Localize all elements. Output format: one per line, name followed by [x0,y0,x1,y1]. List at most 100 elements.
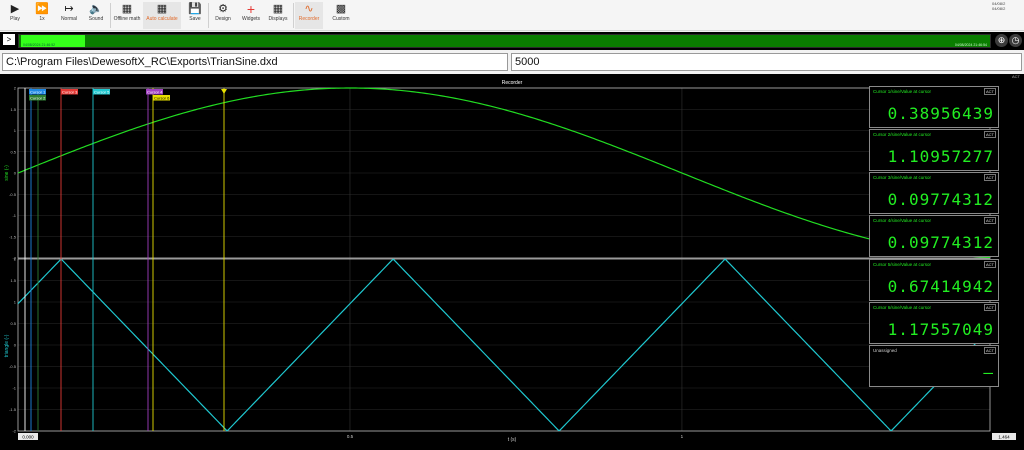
cursor-panel-badge: ACT [984,174,996,181]
timeline-track[interactable]: 04/08/2024 21:46:52 04/08/2024 21:46:54 [18,34,991,48]
x-start-label: 0.000 [22,435,34,440]
recorder-button[interactable]: ∿ Recorder [295,2,323,29]
y-tick-label: 1.5 [10,107,16,112]
timeline-bar: > 04/08/2024 21:46:52 04/08/2024 21:46:5… [0,32,1024,50]
cursor-panel-value: 0.09774312 [887,190,994,209]
calculator-icon: ▦ [121,3,133,15]
cursor-panel-value: 1.10957277 [887,147,994,166]
y-tick-label: -1.5 [9,234,17,239]
auto-calculate-button[interactable]: ▦ Auto calculate [143,2,181,29]
calculator-auto-icon: ▦ [156,3,168,15]
cursor-panel-value: 0.38956439 [887,104,994,123]
y-tick-label: -2 [12,429,16,434]
cursor-panel-badge: ACT [984,347,996,354]
y-tick-label: 1.5 [10,278,16,283]
displays-button[interactable]: ▦ Displays [265,2,291,29]
y-tick-label: 1 [14,128,17,133]
y-tick-label: -0.5 [9,364,17,369]
speed-button[interactable]: ⏩ 1x [30,2,54,29]
fast-forward-icon: ⏩ [35,3,49,15]
y-tick-label: -0.5 [9,192,17,197]
cursor-panel-badge: ACT [984,217,996,224]
file-path-field[interactable]: C:\Program Files\DewesoftX_RC\Exports\Tr… [2,53,508,71]
triangle-y-axis-label: triangle (-) [4,334,10,357]
cursor-panel-label: Cursor 1/sine/Value at cursor [873,89,931,94]
y-tick-label: 0 [14,171,17,176]
toolbar-right-info: 04/08/2 04/08/2 [992,1,1020,11]
y-tick-label: -1 [12,386,16,391]
timeline-end-time: 04/08/2024 21:46:54 [954,43,987,47]
normal-icon: ↦ [64,3,74,15]
cursor-panel-label: Cursor 2/sine/Value at cursor [873,132,931,137]
normal-button[interactable]: ↦ Normal [57,2,81,29]
cursor-panel-badge: ACT [984,88,996,95]
sound-button[interactable]: 🔈 Sound [84,2,108,29]
crosshair-icon[interactable]: ⊕ [995,34,1008,47]
cursor-panel-value: 1.17557049 [887,320,994,339]
value-field[interactable]: 5000 [511,53,1022,71]
toolbar-separator [208,3,209,28]
cursor-panel-6[interactable]: Cursor 6/sine/Value at cursor ACT 1.1755… [869,302,999,344]
sine-y-ticks: 21.510.50-0.5-1-1.5-2 [9,86,17,261]
x-tick-label: 0.5 [347,434,354,439]
cursor-panel-badge: ACT [984,304,996,311]
cursor-panel-badge: ACT [984,131,996,138]
cursor-panel-3[interactable]: Cursor 3/sine/Value at cursor ACT 0.0977… [869,172,999,214]
widgets-button[interactable]: + Widgets [238,2,264,29]
design-button[interactable]: ⚙ Design [211,2,235,29]
recorder-icon: ∿ [304,3,314,15]
toolbar-separator [293,3,294,28]
y-tick-label: -1.5 [9,407,17,412]
save-button[interactable]: 💾 Save [184,2,206,29]
plus-icon: + [246,1,256,17]
cursor-panel-value: 0.09774312 [887,233,994,252]
cursor-marker-icon [221,89,227,94]
cursor-panel-label: Cursor 6/sine/Value at cursor [873,305,931,310]
x-tick-label: 1 [681,434,684,439]
cursor-tag-label: Cursor 4 [147,89,163,94]
toolbar-separator [110,3,111,28]
custom-button[interactable]: ▩ Custom [327,2,355,29]
play-icon: ▶ [10,3,20,15]
timeline-expand-button[interactable]: > [3,34,15,45]
cursor-panel-label: Cursor 5/sine/Value at cursor [873,262,931,267]
gear-icon: ⚙ [218,3,228,15]
y-tick-label: 2 [14,86,17,91]
toolbar: ▶ Play ⏩ 1x ↦ Normal 🔈 Sound ▦ Offline m… [0,0,1024,31]
right-date-2: 04/08/2 [992,6,1006,11]
cursor-panel-4[interactable]: Cursor 4/sine/Value at cursor ACT 0.0977… [869,215,999,257]
cursor-tag-label: Cursor 2 [30,95,46,100]
triangle-y-ticks: 2 1.5 1 0.5 0 -0.5 -1 -1.5 -2 [9,257,17,434]
cursor-panel-value: 0.67414942 [887,277,994,296]
clock-icon[interactable]: ◷ [1009,34,1022,47]
y-tick-label: -1 [12,213,16,218]
cursor-panel-label: Cursor 3/sine/Value at cursor [873,175,931,180]
y-tick-label: 2 [14,257,17,262]
recorder-panel: Recorder ACT 2 1.5 1 0.5 0 -0.5 -1 -1.5 -2 2 1.5 1… [0,74,1024,450]
y-tick-label: 0.5 [10,149,16,154]
y-tick-label: 1 [14,300,17,305]
save-icon: 💾 [188,3,202,15]
y-tick-label: 0 [14,343,17,348]
play-button[interactable]: ▶ Play [4,2,26,29]
cursor-tag-label: Cursor 3 [62,89,78,94]
cursor-panel-2[interactable]: Cursor 2/sine/Value at cursor ACT 1.1095… [869,129,999,171]
offline-math-button[interactable]: ▦ Offline math [112,2,142,29]
cursor-panel-unassigned[interactable]: Unassigned ACT — [869,345,999,387]
timeline-start-time: 04/08/2024 21:46:52 [23,43,56,47]
cursor-panel-1[interactable]: Cursor 1/sine/Value at cursor ACT 0.3895… [869,86,999,128]
cursor-lines: Cursor 1Cursor 2 Cursor 3 Cursor 5 Cursor 4… [24,88,227,431]
cursor-panel-5[interactable]: Cursor 5/sine/Value at cursor ACT 0.6741… [869,259,999,301]
cursor-panel-badge: ACT [984,261,996,268]
cursor-tag-label: Cursor 1 [30,89,46,94]
sound-mute-icon: 🔈 [89,3,103,15]
y-tick-label: 0.5 [10,321,16,326]
cursor-panel-label: Unassigned [873,348,897,353]
cursor-panel-value: — [983,363,994,382]
sine-y-axis-label: sine (-) [4,165,10,181]
x-end-label: 1.464 [998,435,1010,440]
x-axis-label: t (s) [508,437,517,443]
displays-icon: ▦ [272,3,284,15]
terminal-icon: ▩ [335,3,347,15]
cursor-tag-label: Cursor 6 [154,95,170,100]
